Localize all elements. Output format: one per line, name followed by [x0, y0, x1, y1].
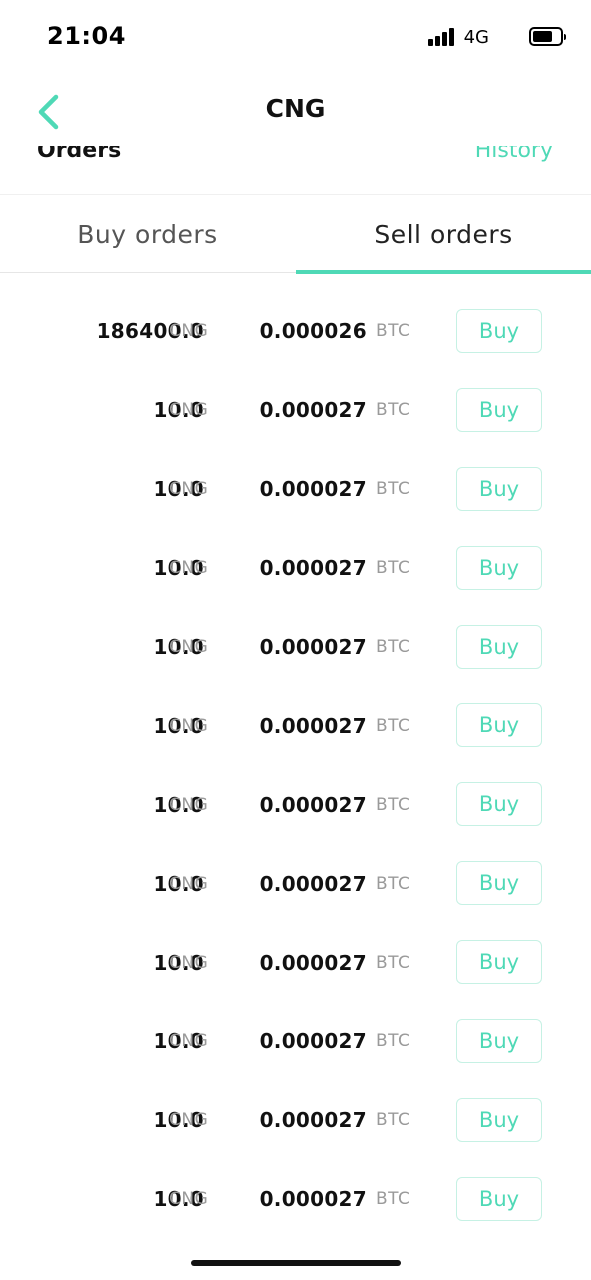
- order-row: 10.0 CNG 0.000027 BTC Buy: [0, 608, 591, 687]
- order-row: 10.0 CNG 0.000027 BTC Buy: [0, 450, 591, 529]
- buy-button[interactable]: Buy: [456, 861, 542, 906]
- order-price: 0.000027: [259, 871, 367, 896]
- amount-unit: CNG: [169, 1110, 209, 1131]
- order-price: 0.000027: [259, 477, 367, 502]
- section-header: Orders History: [0, 146, 591, 195]
- network-label: 4G: [463, 27, 489, 48]
- order-list: 186400.0 CNG 0.000026 BTC Buy 10.0 CNG 0…: [0, 292, 591, 1239]
- order-row: 10.0 CNG 0.000027 BTC Buy: [0, 1002, 591, 1081]
- price-unit: BTC: [376, 873, 411, 894]
- price-unit: BTC: [376, 400, 411, 421]
- amount-unit: CNG: [169, 952, 209, 973]
- amount-unit: CNG: [169, 637, 209, 657]
- history-link[interactable]: History: [475, 146, 553, 163]
- order-price: 0.000027: [259, 1108, 367, 1133]
- buy-button[interactable]: Buy: [456, 1097, 542, 1142]
- order-price: 0.000027: [259, 398, 367, 423]
- active-tab-indicator: [296, 270, 591, 274]
- buy-button[interactable]: Buy: [456, 1019, 542, 1064]
- amount-unit: CNG: [169, 715, 209, 736]
- order-price: 0.000027: [259, 792, 367, 817]
- price-unit: BTC: [376, 952, 411, 973]
- price-unit: BTC: [376, 321, 411, 342]
- price-unit: BTC: [376, 558, 411, 579]
- status-icons: 4G: [423, 26, 566, 50]
- price-unit: BTC: [376, 794, 411, 815]
- order-price: 0.000027: [259, 1029, 367, 1054]
- status-time: 21:04: [47, 22, 126, 50]
- order-price: 0.000026: [259, 319, 367, 344]
- buy-button[interactable]: Buy: [456, 1176, 542, 1221]
- status-bar: 21:04 4G: [0, 0, 591, 76]
- order-price: 0.000027: [259, 950, 367, 975]
- order-price: 0.000027: [259, 1187, 367, 1212]
- page-title: CNG: [265, 94, 326, 123]
- buy-button[interactable]: Buy: [456, 466, 542, 511]
- price-unit: BTC: [376, 1189, 411, 1210]
- buy-button[interactable]: Buy: [456, 624, 542, 669]
- tab-buy-orders[interactable]: Buy orders: [0, 196, 295, 272]
- amount-unit: CNG: [169, 558, 209, 579]
- nav-bar: CNG: [0, 76, 591, 146]
- buy-button[interactable]: Buy: [456, 703, 542, 748]
- home-indicator[interactable]: [191, 1260, 401, 1266]
- buy-button[interactable]: Buy: [456, 782, 542, 827]
- order-row: 10.0 CNG 0.000027 BTC Buy: [0, 844, 591, 923]
- battery-icon: [529, 27, 566, 46]
- amount-unit: CNG: [169, 794, 209, 815]
- price-unit: BTC: [376, 715, 411, 736]
- order-row: 10.0 CNG 0.000027 BTC Buy: [0, 1081, 591, 1160]
- order-price: 0.000027: [259, 556, 367, 581]
- price-unit: BTC: [376, 1110, 411, 1131]
- section-title: Orders: [37, 146, 122, 163]
- tab-sell-orders[interactable]: Sell orders: [296, 196, 591, 272]
- order-row: 10.0 CNG 0.000027 BTC Buy: [0, 371, 591, 450]
- buy-button[interactable]: Buy: [456, 940, 542, 985]
- buy-button[interactable]: Buy: [456, 387, 542, 432]
- order-row: 10.0 CNG 0.000027 BTC Buy: [0, 686, 591, 765]
- order-tabs: Buy orders Sell orders: [0, 196, 591, 274]
- order-row: 10.0 CNG 0.000027 BTC Buy: [0, 529, 591, 608]
- amount-unit: CNG: [169, 1031, 209, 1052]
- amount-unit: CNG: [169, 873, 209, 894]
- buy-button[interactable]: Buy: [456, 309, 542, 353]
- amount-unit: CNG: [169, 400, 209, 421]
- order-row: 186400.0 CNG 0.000026 BTC Buy: [0, 292, 591, 371]
- amount-unit: CNG: [169, 1189, 209, 1210]
- buy-button[interactable]: Buy: [456, 545, 542, 590]
- price-unit: BTC: [376, 637, 411, 657]
- order-row: 10.0 CNG 0.000027 BTC Buy: [0, 923, 591, 1002]
- signal-icon: [428, 28, 456, 46]
- price-unit: BTC: [376, 1031, 411, 1052]
- order-price: 0.000027: [259, 713, 367, 738]
- order-price: 0.000027: [259, 635, 367, 659]
- order-row: 10.0 CNG 0.000027 BTC Buy: [0, 765, 591, 844]
- amount-unit: CNG: [169, 479, 209, 500]
- order-row: 10.0 CNG 0.000027 BTC Buy: [0, 1160, 591, 1239]
- amount-unit: CNG: [169, 321, 209, 342]
- price-unit: BTC: [376, 479, 411, 500]
